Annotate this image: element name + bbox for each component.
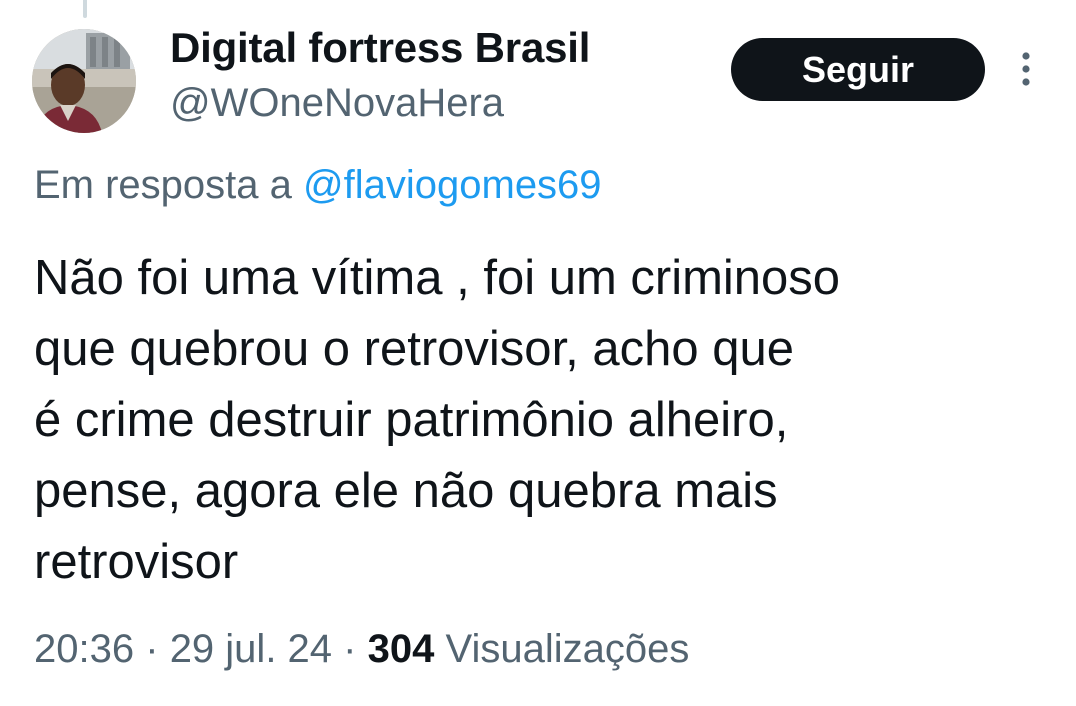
tweet-meta: 20:36 · 29 jul. 24 · 304 Visualizações [34, 627, 689, 672]
author-display-name[interactable]: Digital fortress Brasil [170, 24, 590, 72]
thread-connector-line [83, 0, 87, 18]
reply-mention-link[interactable]: @flaviogomes69 [303, 163, 602, 207]
tweet-text-line: que quebrou o retrovisor, acho que [34, 322, 795, 376]
more-vertical-icon[interactable] [1012, 48, 1040, 90]
follow-button[interactable]: Seguir [731, 38, 985, 101]
tweet-text: Não foi uma vítima , foi um criminoso qu… [34, 243, 1034, 598]
meta-separator: · [343, 627, 357, 671]
tweet-text-line: Não foi uma vítima , foi um criminoso [34, 251, 841, 305]
tweet-date[interactable]: 29 jul. 24 [170, 627, 332, 671]
views-label[interactable]: Visualizações [445, 627, 689, 671]
more-vertical-glyph [1022, 52, 1030, 86]
avatar[interactable] [32, 29, 136, 133]
tweet-text-line: retrovisor [34, 535, 239, 589]
tweet-text-line: pense, agora ele não quebra mais [34, 464, 778, 518]
tweet-text-line: é crime destruir patrimônio alheiro, [34, 393, 789, 447]
avatar-photo [32, 29, 136, 133]
reply-context: Em resposta a @flaviogomes69 [34, 163, 602, 208]
reply-prefix: Em resposta a [34, 163, 292, 207]
author-handle[interactable]: @WOneNovaHera [170, 81, 504, 126]
tweet-time[interactable]: 20:36 [34, 627, 134, 671]
meta-separator: · [145, 627, 159, 671]
views-count[interactable]: 304 [368, 627, 435, 671]
